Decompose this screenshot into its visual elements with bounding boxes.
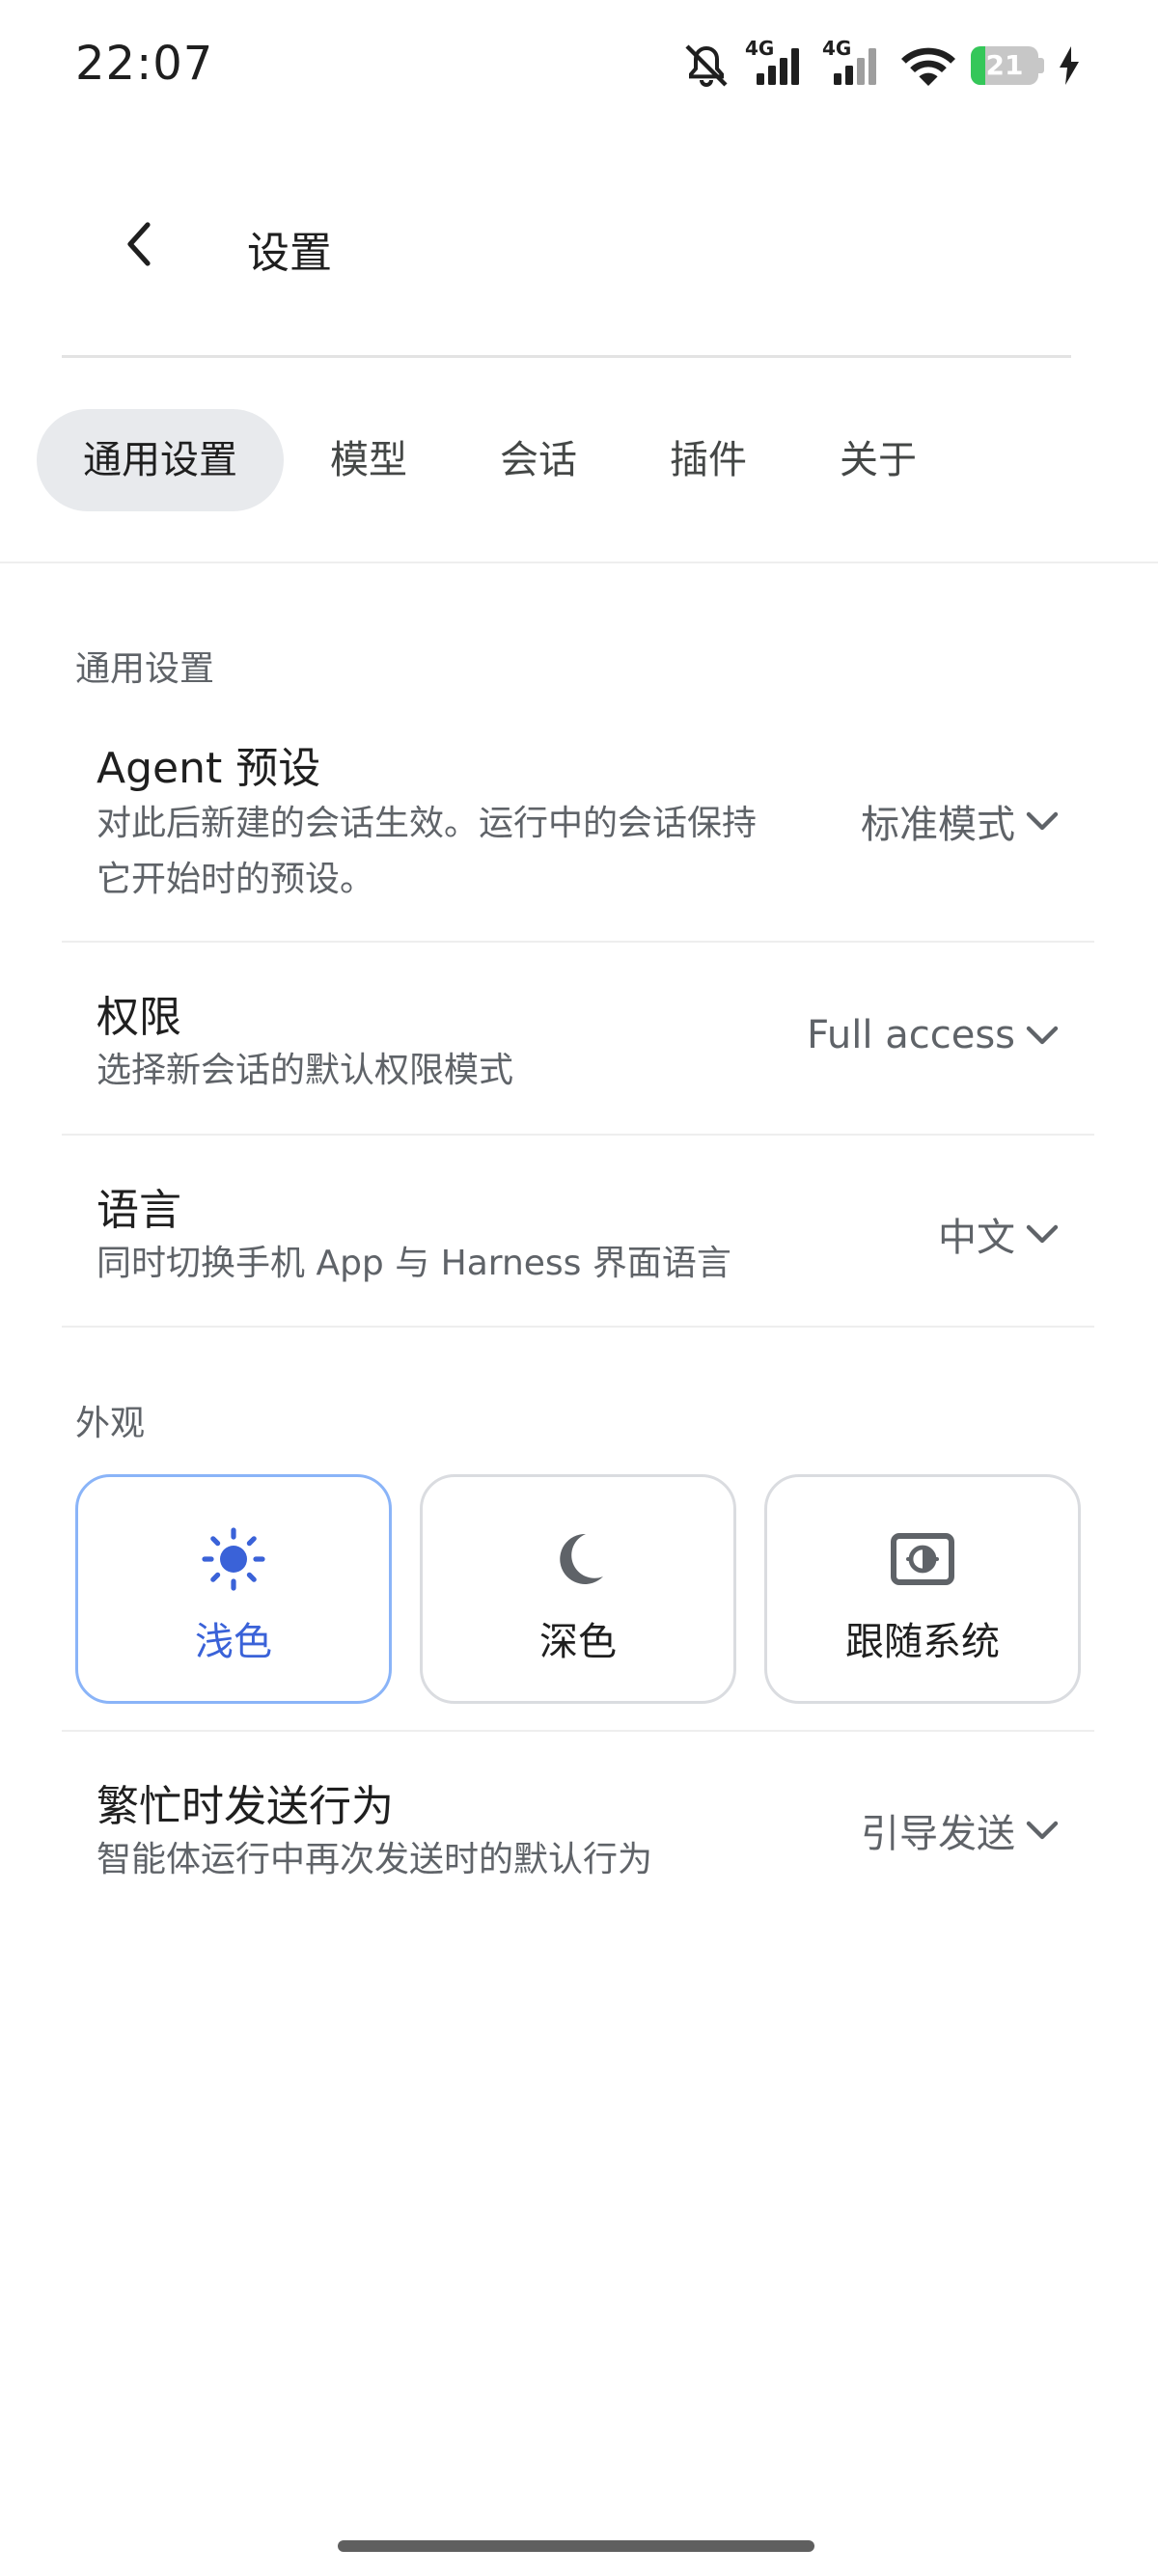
chevron-down-icon: [1025, 1808, 1060, 1852]
busy-send-title: 繁忙时发送行为: [96, 1782, 394, 1831]
row-divider: [62, 1134, 1094, 1136]
sun-icon: [201, 1526, 266, 1596]
battery-icon: 21: [971, 46, 1044, 85]
theme-option-system[interactable]: 跟随系统: [764, 1474, 1081, 1704]
language-desc: 同时切换手机 App 与 Harness 界面语言: [96, 1244, 731, 1283]
charging-icon: [1058, 46, 1081, 85]
mute-icon: [681, 42, 731, 89]
row-divider: [62, 1730, 1094, 1732]
busy-send-dropdown[interactable]: 引导发送: [861, 1802, 1060, 1858]
status-icons: 4G 4G 21: [681, 37, 1081, 93]
tab-session[interactable]: 会话: [454, 409, 623, 511]
brightness-auto-icon: [890, 1532, 955, 1590]
language-value: 中文: [938, 1216, 1015, 1260]
agent-preset-desc-line1: 对此后新建的会话生效。运行中的会话保持: [96, 804, 758, 843]
agent-preset-title: Agent 预设: [96, 744, 321, 793]
theme-option-dark[interactable]: 深色: [420, 1474, 736, 1704]
section-label-appearance: 外观: [75, 1404, 146, 1443]
agent-preset-row[interactable]: Agent 预设 对此后新建的会话生效。运行中的会话保持 它开始时的预设。 标准…: [62, 733, 1094, 926]
theme-label-dark: 深色: [539, 1620, 617, 1664]
header-divider: [62, 355, 1071, 358]
page-title: 设置: [247, 229, 332, 278]
signal-icon: 4G: [745, 37, 809, 91]
moon-icon: [547, 1528, 609, 1594]
language-title: 语言: [96, 1186, 181, 1235]
wifi-icon: [899, 43, 957, 88]
language-row[interactable]: 语言 同时切换手机 App 与 Harness 界面语言 中文: [62, 1175, 1094, 1310]
busy-send-desc: 智能体运行中再次发送时的默认行为: [96, 1840, 653, 1879]
theme-option-light[interactable]: 浅色: [75, 1474, 392, 1704]
settings-screen: 22:07 4G 4G 21 设置 通用设置 模型 会话 插件 关于 通用设置 …: [0, 0, 1158, 2576]
tab-model[interactable]: 模型: [284, 409, 454, 511]
permissions-value: Full access: [807, 1013, 1015, 1057]
row-divider: [62, 1326, 1094, 1328]
chevron-down-icon: [1025, 799, 1060, 843]
chevron-down-icon: [1025, 1212, 1060, 1256]
permissions-dropdown[interactable]: Full access: [807, 1013, 1060, 1057]
tabs-divider: [0, 562, 1158, 563]
status-time: 22:07: [75, 37, 214, 91]
language-dropdown[interactable]: 中文: [938, 1206, 1060, 1262]
permissions-desc: 选择新会话的默认权限模式: [96, 1051, 514, 1090]
section-label-general: 通用设置: [75, 649, 215, 689]
top-app-bar: 设置: [0, 193, 1158, 309]
row-divider: [62, 941, 1094, 943]
permissions-title: 权限: [96, 993, 181, 1042]
chevron-left-icon: [121, 217, 159, 275]
busy-send-value: 引导发送: [861, 1812, 1015, 1856]
chevron-down-icon: [1025, 1013, 1060, 1057]
permissions-row[interactable]: 权限 选择新会话的默认权限模式 Full access: [62, 982, 1094, 1117]
battery-level: 21: [985, 49, 1024, 81]
home-indicator[interactable]: [338, 2540, 814, 2552]
back-button[interactable]: [106, 212, 174, 280]
tab-general[interactable]: 通用设置: [37, 409, 284, 511]
busy-send-row[interactable]: 繁忙时发送行为 智能体运行中再次发送时的默认行为 引导发送: [62, 1771, 1094, 1906]
theme-label-light: 浅色: [195, 1620, 272, 1664]
theme-label-system: 跟随系统: [845, 1620, 1000, 1664]
signal-icon: 4G: [822, 37, 886, 91]
tab-plugins[interactable]: 插件: [623, 409, 793, 511]
status-bar: 22:07 4G 4G 21: [0, 0, 1158, 135]
tab-about[interactable]: 关于: [793, 409, 963, 511]
agent-preset-dropdown[interactable]: 标准模式: [861, 793, 1060, 849]
settings-tabs: 通用设置 模型 会话 插件 关于: [37, 409, 963, 511]
agent-preset-value: 标准模式: [861, 803, 1015, 847]
agent-preset-desc-line2: 它开始时的预设。: [96, 860, 375, 899]
